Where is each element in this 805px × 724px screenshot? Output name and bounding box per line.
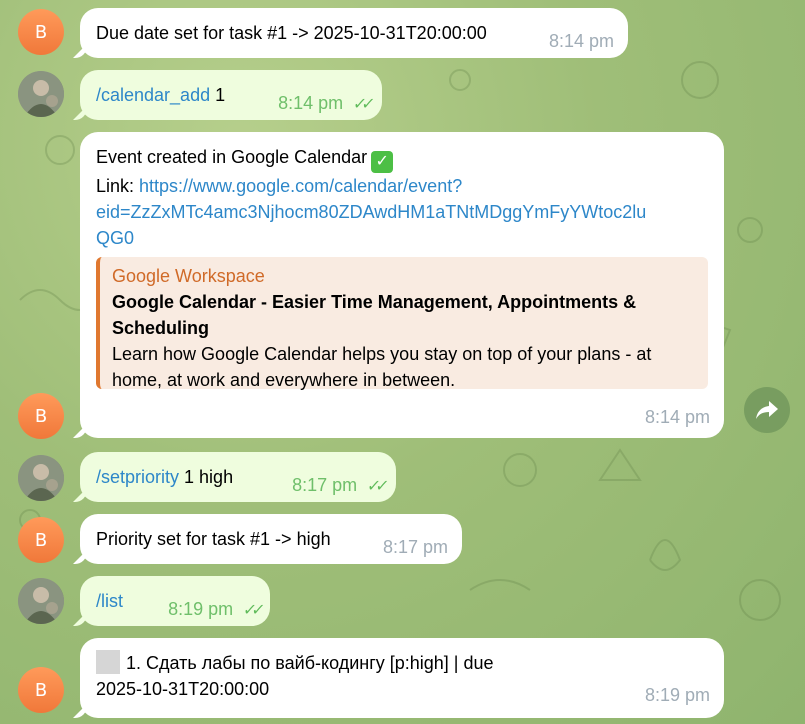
share-forward-icon — [756, 401, 778, 419]
message-bubble[interactable]: /list 8:19 pm ✓✓ — [80, 576, 270, 626]
check-mark-emoji-icon: ✓ — [371, 151, 394, 173]
message-bubble[interactable]: Priority set for task #1 -> high 8:17 pm — [80, 514, 462, 564]
bot-avatar[interactable]: B — [18, 9, 64, 55]
message-time: 8:19 pm — [168, 599, 234, 619]
user-avatar[interactable] — [18, 71, 64, 117]
link-preview-title: Google Calendar - Easier Time Management… — [112, 292, 637, 338]
calendar-event-link-end[interactable]: QG0 — [96, 228, 134, 248]
message-time: 8:14 pm — [644, 407, 710, 427]
bot-avatar[interactable]: B — [18, 393, 64, 439]
double-check-icon: ✓✓ — [242, 602, 262, 619]
user-photo-icon — [18, 455, 64, 501]
message-bubble[interactable]: 1. Сдать лабы по вайб-кодингу [p:high] |… — [80, 638, 724, 718]
command-argument: 1 — [210, 85, 226, 105]
message-bubble[interactable]: /calendar_add 1 8:14 pm ✓✓ — [80, 70, 382, 120]
message-bubble[interactable]: Event created in Google Calendar ✓ Link: … — [80, 132, 724, 438]
message-time: 8:17 pm — [292, 475, 358, 495]
message-time: 8:14 pm — [548, 31, 614, 51]
double-check-icon: ✓✓ — [352, 96, 372, 113]
link-label: Link: — [96, 176, 140, 196]
bot-avatar[interactable]: B — [18, 517, 64, 563]
bot-avatar[interactable]: B — [18, 667, 64, 713]
task-due-date: 2025-10-31T20:00:00 — [96, 679, 270, 699]
message-text: Due date set for task #1 -> 2025-10-31T2… — [96, 23, 487, 43]
double-check-icon: ✓✓ — [366, 478, 386, 495]
calendar-event-link[interactable]: https://www.google.com/calendar/event? — [139, 176, 462, 196]
forward-button[interactable] — [744, 387, 790, 433]
task-list-item: 1. Сдать лабы по вайб-кодингу [p:high] |… — [126, 653, 494, 673]
command-link[interactable]: /setpriority — [96, 467, 179, 487]
command-argument: 1 high — [179, 467, 234, 487]
message-bubble[interactable]: /setpriority 1 high 8:17 pm ✓✓ — [80, 452, 396, 502]
message-bubble[interactable]: Due date set for task #1 -> 2025-10-31T2… — [80, 8, 628, 58]
chat-history: B Due date set for task #1 -> 2025-10-31… — [0, 0, 805, 724]
calendar-event-link-continued[interactable]: eid=ZzZxMTc4amc3Njhocm80ZDAwdHM1aTNtMDgg… — [96, 202, 646, 222]
message-time: 8:17 pm — [382, 537, 448, 557]
user-avatar[interactable] — [18, 578, 64, 624]
user-photo-icon — [18, 71, 64, 117]
user-avatar[interactable] — [18, 455, 64, 501]
link-preview[interactable]: Google Workspace Google Calendar - Easie… — [96, 257, 708, 390]
command-link[interactable]: /calendar_add — [96, 85, 210, 105]
message-text: Event created in Google Calendar — [96, 147, 368, 167]
checkbox-square-icon — [96, 650, 120, 674]
user-photo-icon — [18, 578, 64, 624]
message-time: 8:14 pm — [278, 93, 344, 113]
link-preview-site: Google Workspace — [112, 266, 265, 286]
link-preview-description: Learn how Google Calendar helps you stay… — [112, 344, 652, 390]
message-time: 8:19 pm — [644, 685, 710, 705]
message-text: Priority set for task #1 -> high — [96, 529, 331, 549]
command-link[interactable]: /list — [96, 591, 123, 611]
